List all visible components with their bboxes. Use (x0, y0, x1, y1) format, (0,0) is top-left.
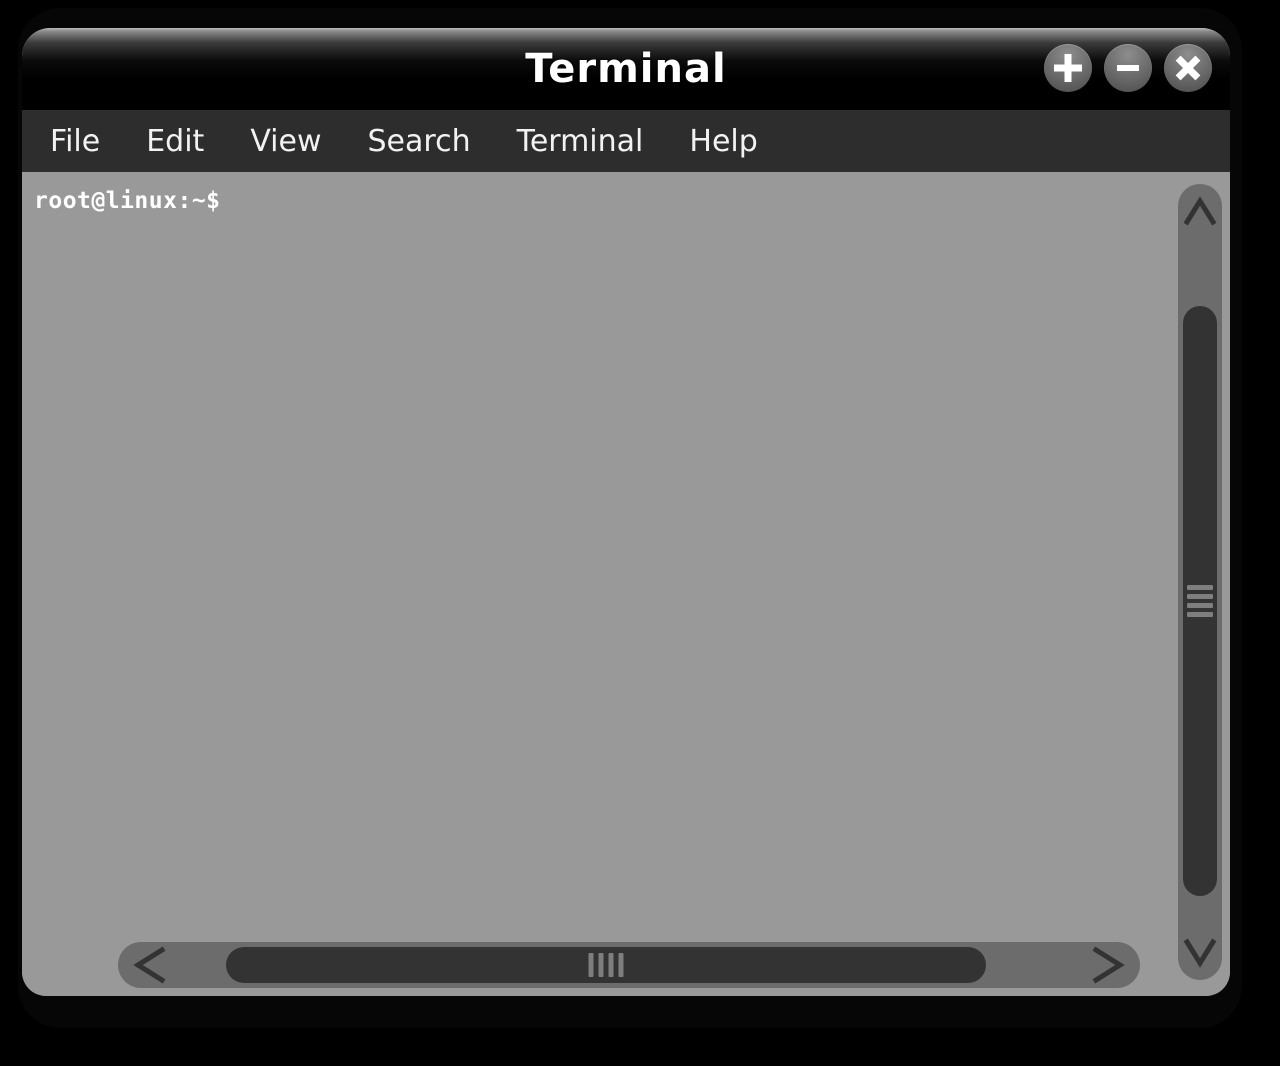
horizontal-scrollbar[interactable] (118, 942, 1140, 988)
vertical-scrollbar-thumb[interactable] (1183, 306, 1217, 896)
scroll-right-button[interactable] (1078, 942, 1140, 988)
minus-icon (1117, 65, 1139, 71)
chevron-down-icon (1183, 938, 1217, 968)
terminal-body: root@linux:~$ (22, 172, 1230, 996)
terminal-window: Terminal File Edit View Search Terminal … (22, 28, 1230, 996)
menu-item-search[interactable]: Search (368, 124, 471, 159)
menu-bar: File Edit View Search Terminal Help (22, 110, 1230, 172)
minimize-button[interactable] (1104, 44, 1152, 92)
menu-item-help[interactable]: Help (689, 124, 757, 159)
scroll-down-button[interactable] (1178, 922, 1222, 980)
menu-item-file[interactable]: File (50, 124, 100, 159)
plus-icon (1054, 54, 1082, 82)
chevron-up-icon (1183, 196, 1217, 226)
chevron-left-icon (133, 946, 166, 984)
close-icon (1175, 55, 1201, 81)
terminal-output-area[interactable]: root@linux:~$ (22, 172, 1168, 928)
vertical-scrollbar[interactable] (1178, 184, 1222, 980)
horizontal-scrollbar-thumb[interactable] (226, 947, 986, 983)
terminal-prompt: root@linux:~$ (34, 188, 221, 214)
scroll-up-button[interactable] (1178, 184, 1222, 242)
scroll-left-button[interactable] (118, 942, 180, 988)
close-button[interactable] (1164, 44, 1212, 92)
title-bar[interactable]: Terminal (22, 28, 1230, 110)
menu-item-terminal[interactable]: Terminal (517, 124, 644, 159)
menu-item-edit[interactable]: Edit (146, 124, 204, 159)
maximize-button[interactable] (1044, 44, 1092, 92)
desktop-background: Terminal File Edit View Search Terminal … (0, 0, 1280, 1066)
menu-item-view[interactable]: View (250, 124, 321, 159)
window-controls (1044, 44, 1212, 92)
vertical-scrollbar-grip (1187, 585, 1213, 617)
horizontal-scrollbar-grip (588, 953, 624, 977)
chevron-right-icon (1092, 946, 1125, 984)
